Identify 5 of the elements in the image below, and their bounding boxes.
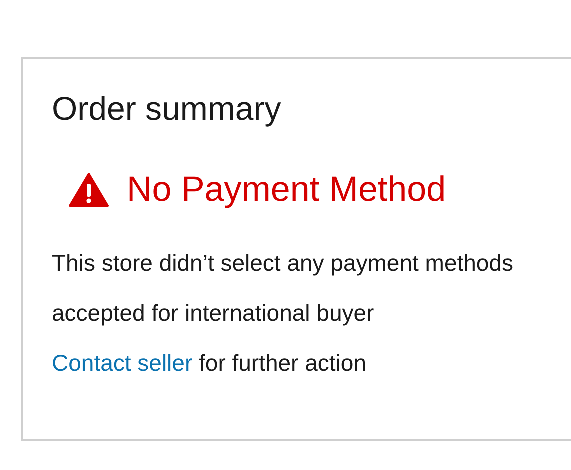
card-title: Order summary	[52, 89, 282, 129]
warning-icon	[69, 173, 109, 207]
contact-seller-link[interactable]: Contact seller	[52, 350, 193, 376]
alert-heading: No Payment Method	[127, 169, 446, 211]
action-text: Contact seller for further action	[52, 349, 366, 378]
